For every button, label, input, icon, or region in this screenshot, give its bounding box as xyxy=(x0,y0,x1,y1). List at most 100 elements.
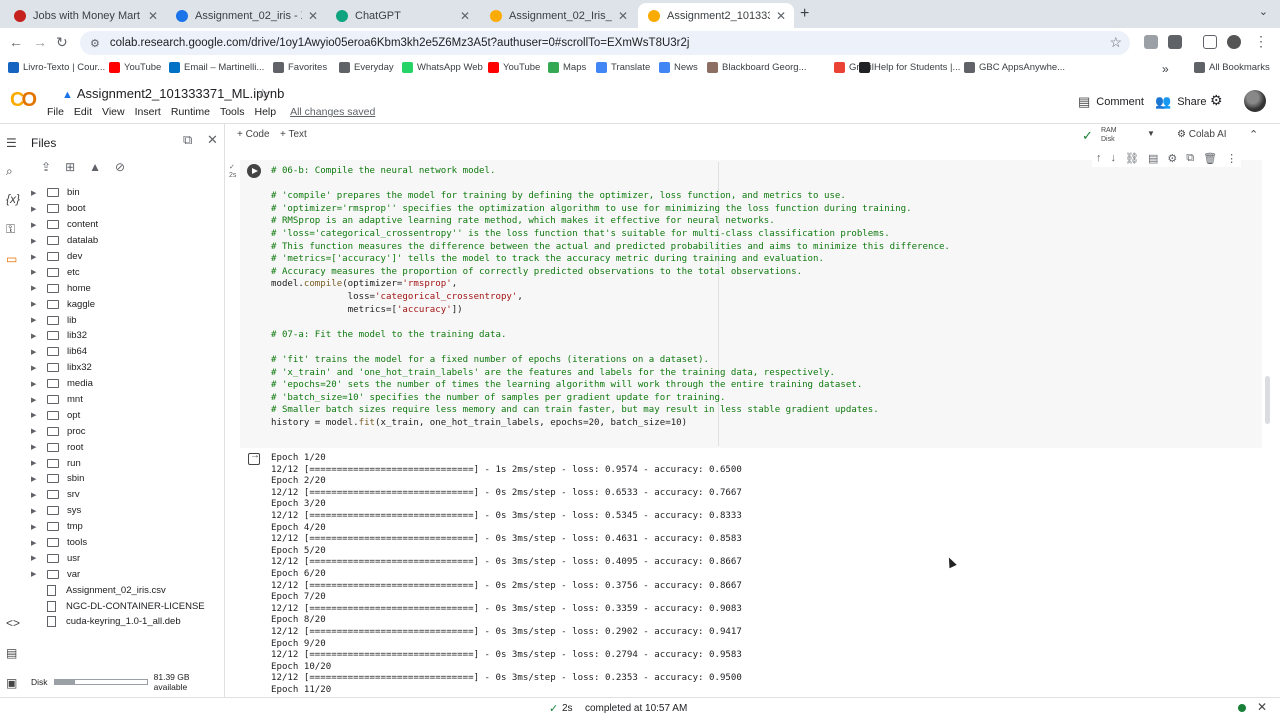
menu-edit[interactable]: Edit xyxy=(74,106,92,118)
new-folder-icon[interactable]: ⊞ xyxy=(65,160,75,174)
expand-arrow-icon[interactable]: ▶ xyxy=(31,221,41,229)
close-status-icon[interactable]: ✕ xyxy=(1257,700,1267,714)
tab-search-icon[interactable]: ⌄ xyxy=(1259,5,1268,18)
expand-arrow-icon[interactable]: ▶ xyxy=(31,443,41,451)
menu-runtime[interactable]: Runtime xyxy=(171,106,210,118)
more-options-icon[interactable]: ⋮ xyxy=(1226,152,1237,165)
browser-tab[interactable]: Assignment_02_iris - XLIST w ✕ xyxy=(166,3,326,28)
expand-arrow-icon[interactable]: ▶ xyxy=(31,475,41,483)
menu-help[interactable]: Help xyxy=(254,106,276,118)
bookmark-item[interactable]: YouTube xyxy=(488,62,540,73)
mount-drive-icon[interactable]: ▲ xyxy=(89,160,101,174)
move-up-icon[interactable]: ↑ xyxy=(1096,152,1102,165)
expand-arrow-icon[interactable]: ▶ xyxy=(31,554,41,562)
expand-arrow-icon[interactable]: ▶ xyxy=(31,253,41,261)
expand-arrow-icon[interactable]: ▶ xyxy=(31,523,41,531)
file-tree-folder[interactable]: ▶ sbin xyxy=(27,471,225,487)
reload-icon[interactable]: ↻ xyxy=(56,34,68,51)
expand-arrow-icon[interactable]: ▶ xyxy=(31,300,41,308)
expand-arrow-icon[interactable]: ▶ xyxy=(31,364,41,372)
bookmark-item[interactable]: Livro-Texto | Cour... xyxy=(8,62,105,73)
file-tree-folder[interactable]: ▶ tools xyxy=(27,535,225,551)
file-tree-folder[interactable]: ▶ content xyxy=(27,217,225,233)
file-tree-folder[interactable]: ▶ opt xyxy=(27,407,225,423)
file-tree-file[interactable]: cuda-keyring_1.0-1_all.deb xyxy=(27,614,225,630)
colab-ai-button[interactable]: ⚙ Colab AI xyxy=(1177,129,1227,140)
file-tree-folder[interactable]: ▶ lib32 xyxy=(27,328,225,344)
all-bookmarks[interactable]: All Bookmarks xyxy=(1194,62,1270,73)
file-tree-folder[interactable]: ▶ kaggle xyxy=(27,296,225,312)
new-tab-icon[interactable]: + xyxy=(800,5,809,23)
secrets-key-icon[interactable]: ⚿ xyxy=(6,222,15,237)
file-tree-folder[interactable]: ▶ libx32 xyxy=(27,360,225,376)
add-text-button[interactable]: + Text xyxy=(280,129,307,140)
file-tree-folder[interactable]: ▶ proc xyxy=(27,423,225,439)
comment-icon[interactable]: ▤ xyxy=(1148,152,1158,165)
close-icon[interactable]: ✕ xyxy=(776,9,786,23)
search-icon[interactable]: ⌕ xyxy=(6,164,13,179)
browser-menu-icon[interactable]: ⋮ xyxy=(1254,33,1268,50)
bookmark-star-icon[interactable]: ☆ xyxy=(1109,34,1122,51)
terminal-icon[interactable]: ▣ xyxy=(6,676,17,690)
menu-view[interactable]: View xyxy=(102,106,125,118)
more-bookmarks-icon[interactable]: » xyxy=(1162,62,1169,76)
run-cell-button[interactable] xyxy=(247,164,261,178)
hide-files-icon[interactable]: ⊘ xyxy=(115,160,125,174)
expand-arrow-icon[interactable]: ▶ xyxy=(31,396,41,404)
runtime-dropdown-icon[interactable]: ▼ xyxy=(1147,129,1155,138)
expand-arrow-icon[interactable]: ▶ xyxy=(31,459,41,467)
star-icon[interactable]: ☆ xyxy=(257,86,269,102)
menu-insert[interactable]: Insert xyxy=(135,106,161,118)
forward-icon[interactable]: → xyxy=(33,34,47,50)
expand-arrow-icon[interactable]: ▶ xyxy=(31,284,41,292)
expand-arrow-icon[interactable]: ▶ xyxy=(31,237,41,245)
bookmark-item[interactable]: Maps xyxy=(548,62,586,73)
close-icon[interactable]: ✕ xyxy=(618,9,628,23)
upload-file-icon[interactable]: ⇪ xyxy=(41,160,51,174)
bookmark-item[interactable]: Email – Martinelli... xyxy=(169,62,264,73)
add-code-button[interactable]: + Code xyxy=(237,129,270,140)
file-tree-folder[interactable]: ▶ boot xyxy=(27,201,225,217)
open-in-tab-icon[interactable]: ⧉ xyxy=(183,132,192,148)
command-palette-icon[interactable]: ▤ xyxy=(6,646,17,660)
bookmark-item[interactable]: Translate xyxy=(596,62,650,73)
url-bar[interactable]: ⚙ colab.research.google.com/drive/1oy1Aw… xyxy=(80,31,1130,55)
expand-arrow-icon[interactable]: ▶ xyxy=(31,205,41,213)
site-info-icon[interactable]: ⚙ xyxy=(90,37,100,50)
expand-arrow-icon[interactable]: ▶ xyxy=(31,380,41,388)
ram-disk-indicator[interactable]: RAM Disk xyxy=(1101,126,1117,144)
comment-button[interactable]: ▤ Comment xyxy=(1078,94,1144,110)
cell-settings-icon[interactable]: ⚙ xyxy=(1167,152,1177,165)
file-tree-folder[interactable]: ▶ mnt xyxy=(27,392,225,408)
expand-arrow-icon[interactable]: ▶ xyxy=(31,539,41,547)
file-tree-folder[interactable]: ▶ home xyxy=(27,280,225,296)
close-icon[interactable]: ✕ xyxy=(460,9,470,23)
browser-tab[interactable]: Assignment_02_Iris_Data_Se ✕ xyxy=(480,3,636,28)
bookmark-item[interactable]: Help for Students |... xyxy=(859,62,960,73)
profile-avatar[interactable] xyxy=(1227,35,1241,49)
bookmark-item[interactable]: Favorites xyxy=(273,62,327,73)
file-tree-file[interactable]: Assignment_02_iris.csv xyxy=(27,582,225,598)
file-tree-folder[interactable]: ▶ media xyxy=(27,376,225,392)
bookmark-item[interactable]: YouTube xyxy=(109,62,161,73)
bookmark-item[interactable]: Everyday xyxy=(339,62,394,73)
collapse-icon[interactable]: ⌃ xyxy=(1249,128,1258,141)
menu-file[interactable]: File xyxy=(47,106,64,118)
expand-arrow-icon[interactable]: ▶ xyxy=(31,427,41,435)
file-tree-folder[interactable]: ▶ lib xyxy=(27,312,225,328)
bookmark-item[interactable]: Blackboard Georg... xyxy=(707,62,807,73)
side-panel-icon[interactable] xyxy=(1203,35,1217,49)
delete-icon[interactable]: 🗑 xyxy=(1203,152,1217,165)
files-folder-icon[interactable]: ▭ xyxy=(6,252,17,266)
settings-gear-icon[interactable]: ⚙ xyxy=(1210,92,1223,109)
code-snippets-icon[interactable]: <> xyxy=(6,616,20,630)
file-tree-folder[interactable]: ▶ usr xyxy=(27,550,225,566)
expand-arrow-icon[interactable]: ▶ xyxy=(31,332,41,340)
back-icon[interactable]: ← xyxy=(9,34,23,50)
bookmark-item[interactable]: WhatsApp Web xyxy=(402,62,483,73)
file-tree-folder[interactable]: ▶ run xyxy=(27,455,225,471)
file-tree-folder[interactable]: ▶ srv xyxy=(27,487,225,503)
browser-tab[interactable]: ChatGPT ✕ xyxy=(326,3,478,28)
expand-arrow-icon[interactable]: ▶ xyxy=(31,411,41,419)
browser-tab-active[interactable]: Assignment2_101333371_ML. ✕ xyxy=(638,3,794,28)
